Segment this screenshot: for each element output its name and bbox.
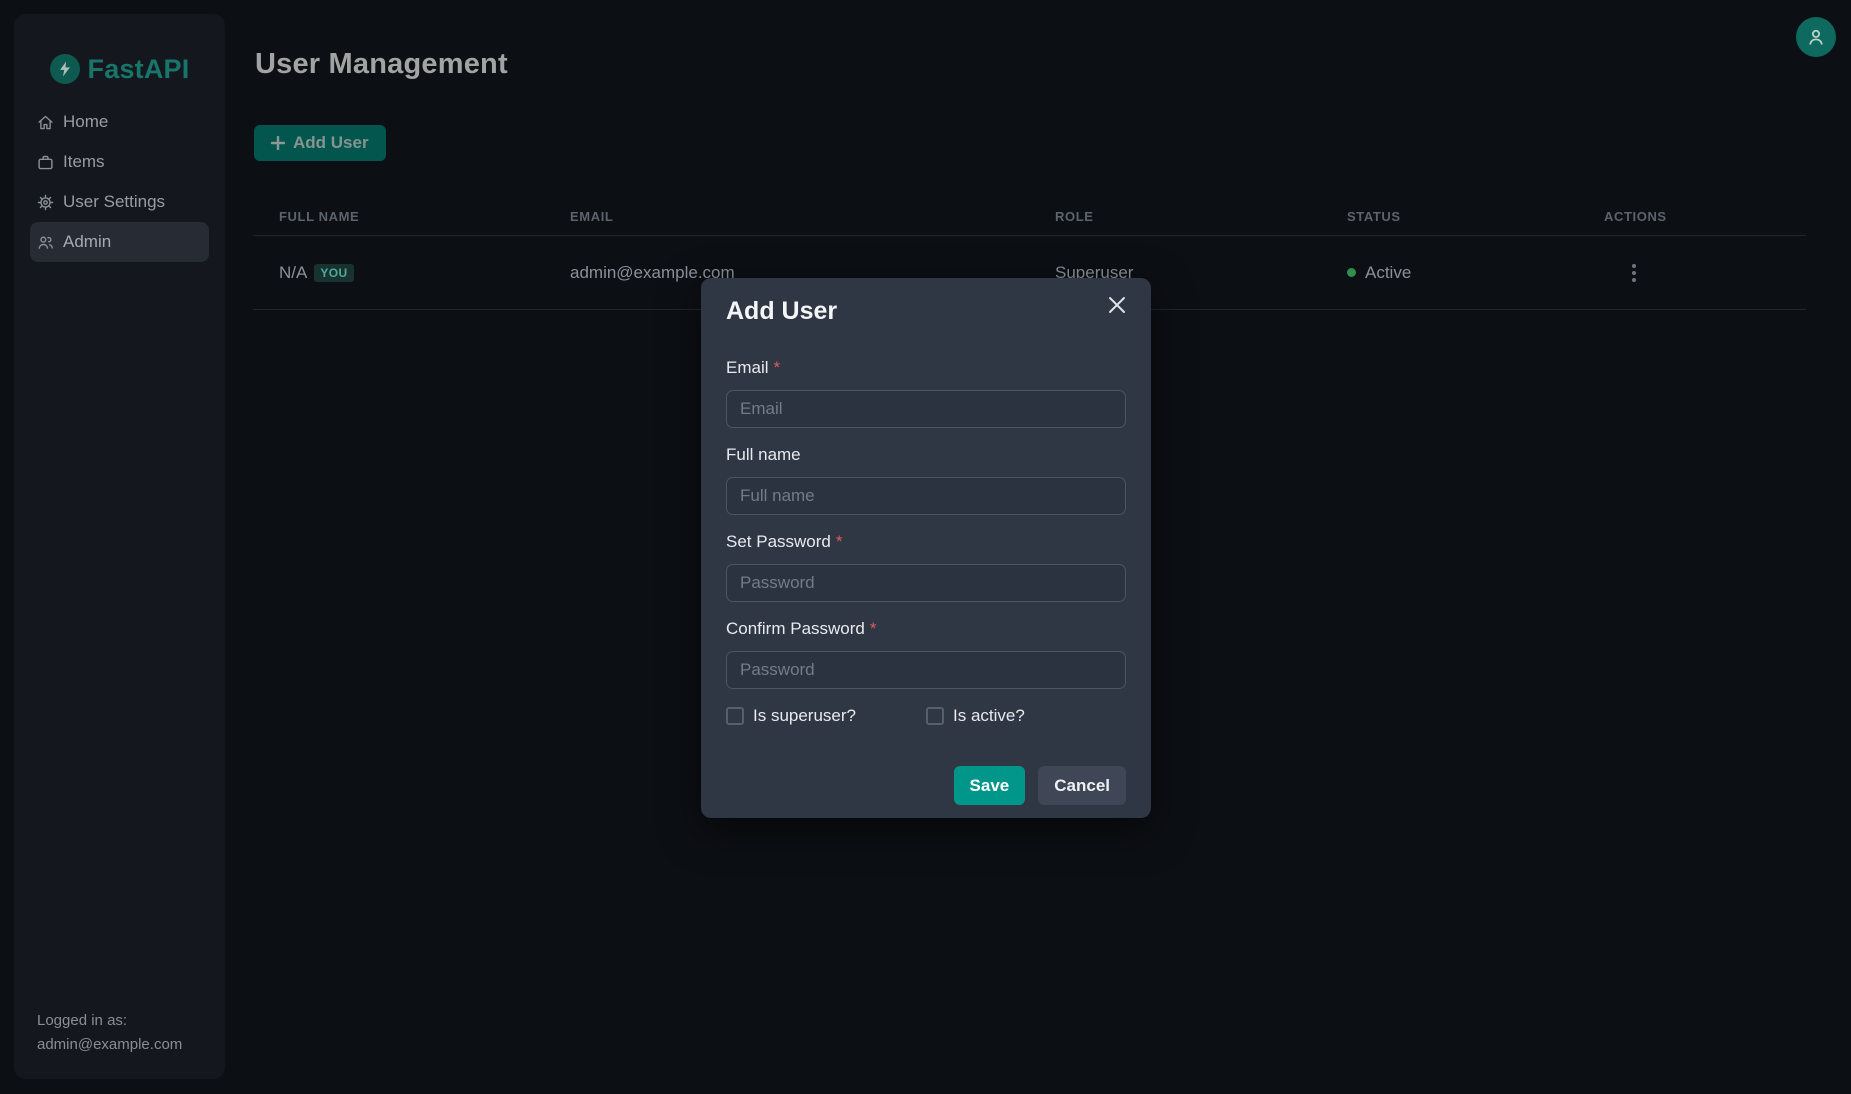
set-password-field-label: Set Password	[726, 532, 831, 551]
cell-status: Active	[1347, 263, 1604, 283]
table-header-row: FULL NAME EMAIL ROLE STATUS ACTIONS	[253, 197, 1806, 236]
home-icon	[37, 114, 54, 131]
ellipsis-vertical-icon	[1632, 264, 1636, 268]
checkbox-icon	[926, 707, 944, 725]
checkbox-icon	[726, 707, 744, 725]
confirm-password-field-label: Confirm Password	[726, 619, 865, 638]
sidebar-item-items[interactable]: Items	[30, 142, 209, 182]
logged-in-info: Logged in as: admin@example.com	[37, 1009, 182, 1057]
required-marker: *	[870, 619, 877, 638]
modal-close-button[interactable]	[1104, 292, 1130, 318]
email-field-group: Email *	[726, 356, 1126, 428]
add-user-button-label: Add User	[293, 133, 369, 153]
email-field-label: Email	[726, 358, 769, 377]
gear-icon	[37, 194, 54, 211]
column-header-status: STATUS	[1347, 209, 1604, 224]
email-field[interactable]	[726, 390, 1126, 428]
page-title: User Management	[255, 48, 1851, 81]
logged-in-email: admin@example.com	[37, 1033, 182, 1057]
you-badge: YOU	[314, 264, 353, 282]
sidebar: FastAPI Home Items	[14, 14, 225, 1079]
modal-footer: Save Cancel	[726, 766, 1126, 805]
plus-icon	[271, 136, 285, 150]
logged-in-as-label: Logged in as:	[37, 1009, 182, 1033]
cancel-button[interactable]: Cancel	[1038, 766, 1126, 805]
required-marker: *	[774, 358, 781, 377]
column-header-email: EMAIL	[570, 209, 1055, 224]
brand-logo: FastAPI	[14, 52, 225, 86]
sidebar-item-user-settings[interactable]: User Settings	[30, 182, 209, 222]
briefcase-icon	[37, 154, 54, 171]
full-name-field[interactable]	[726, 477, 1126, 515]
full-name-value: N/A	[279, 263, 307, 283]
user-avatar-icon	[1805, 26, 1827, 48]
full-name-field-group: Full name	[726, 443, 1126, 515]
sidebar-item-label: Items	[63, 152, 105, 172]
users-icon	[37, 234, 54, 251]
is-active-checkbox[interactable]: Is active?	[926, 706, 1126, 726]
brand-name: FastAPI	[88, 54, 190, 85]
modal-title: Add User	[726, 296, 837, 326]
cell-full-name: N/A YOU	[279, 263, 570, 283]
sidebar-nav: Home Items User Settings	[14, 102, 225, 262]
column-header-full-name: FULL NAME	[279, 209, 570, 224]
is-superuser-checkbox[interactable]: Is superuser?	[726, 706, 926, 726]
cell-actions	[1604, 260, 1806, 286]
confirm-password-field[interactable]	[726, 651, 1126, 689]
close-icon	[1108, 296, 1126, 314]
sidebar-item-label: Home	[63, 112, 108, 132]
column-header-role: ROLE	[1055, 209, 1347, 224]
user-menu-button[interactable]	[1796, 17, 1836, 57]
sidebar-item-label: Admin	[63, 232, 111, 252]
sidebar-item-label: User Settings	[63, 192, 165, 212]
sidebar-item-home[interactable]: Home	[30, 102, 209, 142]
confirm-password-field-group: Confirm Password *	[726, 617, 1126, 689]
add-user-modal: Add User Email* Full name Set Password* …	[701, 278, 1151, 818]
full-name-field-label: Full name	[726, 445, 801, 464]
save-button[interactable]: Save	[954, 766, 1026, 805]
column-header-actions: ACTIONS	[1604, 209, 1806, 224]
is-active-label: Is active?	[953, 706, 1025, 726]
set-password-field-group: Set Password *	[726, 530, 1126, 602]
sidebar-item-admin[interactable]: Admin	[30, 222, 209, 262]
status-dot-icon	[1347, 268, 1356, 277]
row-actions-button[interactable]	[1628, 260, 1640, 286]
is-superuser-label: Is superuser?	[753, 706, 856, 726]
status-value: Active	[1365, 263, 1411, 283]
fastapi-logo-icon	[50, 54, 80, 84]
add-user-button[interactable]: Add User	[254, 125, 386, 161]
required-marker: *	[836, 532, 843, 551]
modal-checkbox-row: Is superuser? Is active?	[726, 706, 1126, 726]
set-password-field[interactable]	[726, 564, 1126, 602]
